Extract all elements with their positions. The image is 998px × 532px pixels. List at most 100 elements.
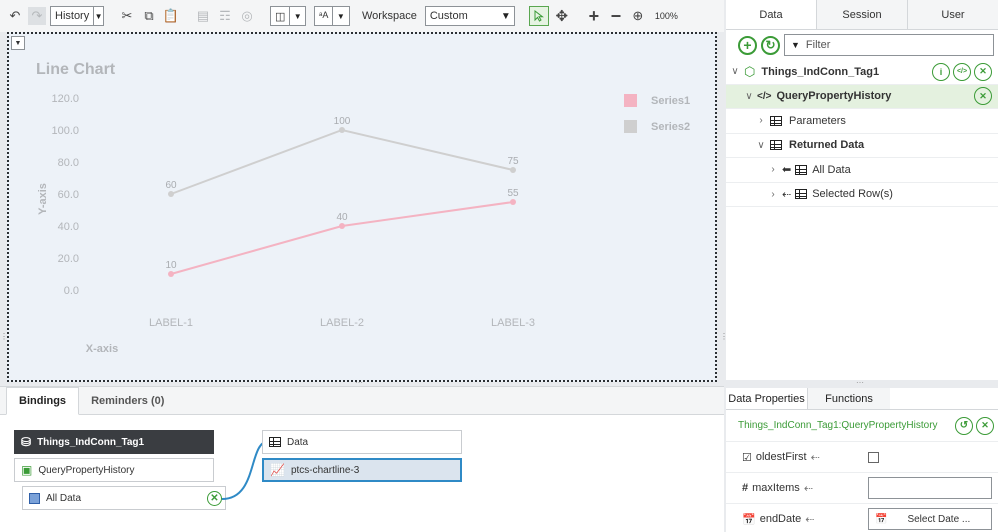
table-icon [795, 189, 808, 200]
filter-icon: ▼ [791, 40, 800, 50]
source-service-label: QueryPropertyHistory [38, 464, 135, 476]
service-code-icon: </> [757, 90, 772, 102]
tab-session[interactable]: Session [817, 0, 908, 29]
param-row-maxitems: # maxItems ⇠ [726, 473, 998, 504]
chart-widget[interactable]: ▼ Line Chart 120.0 100.0 80.0 60.0 40.0 20.0 0.… [7, 32, 717, 382]
tree-all-data[interactable]: › ⬅ All Data [726, 158, 998, 183]
tab-functions[interactable]: Functions [808, 388, 890, 409]
chevron-down-icon: ▼ [332, 7, 348, 25]
history-label: History [55, 10, 90, 22]
data-properties-panel: Data Properties Functions Things_IndConn… [726, 388, 998, 532]
distribute-icon[interactable]: ☶ [216, 7, 234, 25]
oldestfirst-checkbox[interactable] [868, 451, 879, 463]
remove-service-icon[interactable]: ✕ [974, 87, 992, 106]
data-panel-tabs: Data Session User [726, 0, 998, 30]
remove-property-icon[interactable]: ✕ [976, 416, 994, 435]
undo-icon[interactable]: ↶ [6, 7, 24, 25]
history-dropdown[interactable]: History ▼ [50, 6, 104, 26]
remove-thing-icon[interactable]: ✕ [974, 62, 992, 81]
chevron-down-icon[interactable]: ∨ [730, 66, 740, 77]
param-name: oldestFirst [755, 451, 807, 463]
design-canvas[interactable]: ⋮ ▼ Line Chart 120.0 100.0 80.0 60.0 40.0 20.0… [0, 32, 728, 387]
date-icon: 📅 [742, 513, 756, 526]
binding-source-output[interactable]: All Data ✕ [22, 486, 226, 510]
tab-data-properties[interactable]: Data Properties [726, 388, 808, 409]
maxitems-input[interactable] [868, 477, 992, 499]
snap-icon[interactable]: ◎ [238, 7, 256, 25]
chevron-right-icon[interactable]: › [756, 115, 766, 126]
x-tick-label: LABEL-1 [149, 317, 193, 329]
binding-source-service[interactable]: ▣ QueryPropertyHistory [14, 458, 214, 482]
y-tick-label: 80.0 [58, 157, 79, 169]
chevron-down-icon[interactable]: ∨ [756, 140, 766, 151]
redo-icon[interactable]: ↷ [28, 7, 46, 25]
cut-icon[interactable]: ✂ [118, 7, 136, 25]
data-point [339, 127, 345, 133]
select-pointer-icon[interactable] [528, 6, 549, 26]
table-icon [770, 140, 782, 151]
tree-parameters-label: Parameters [789, 114, 846, 127]
boolean-icon: ☑ [742, 451, 752, 464]
tree-parameters[interactable]: › Parameters [726, 109, 998, 134]
number-icon: # [742, 482, 749, 494]
copy-icon[interactable]: ⧉ [140, 7, 158, 25]
tree-service[interactable]: ∨ </> QueryPropertyHistory ✕ [726, 84, 998, 109]
target-prop-label: Data [287, 436, 309, 448]
right-panel-resize-grip[interactable]: ⋯ [856, 378, 865, 387]
paste-icon[interactable]: 📋 [162, 7, 180, 25]
refresh-icon[interactable]: ↻ [761, 35, 780, 55]
data-point [168, 271, 174, 277]
enddate-picker[interactable]: 📅 Select Date ... [868, 508, 992, 530]
info-icon[interactable]: i [932, 62, 950, 81]
binding-source-thing[interactable]: ⛁ Things_IndConn_Tag1 [14, 430, 214, 454]
code-icon[interactable]: </> [953, 62, 971, 81]
tab-user[interactable]: User [908, 0, 998, 29]
zoom-reset-icon[interactable]: ⊕ [629, 7, 647, 25]
text-dropdown[interactable]: ᵃA ▼ [314, 6, 350, 26]
x-tick-label: LABEL-3 [491, 317, 535, 329]
workspace-dropdown[interactable]: Custom ▼ [424, 6, 515, 26]
bindings-tabs: Bindings Reminders (0) [0, 387, 724, 415]
filter-input[interactable]: ▼ Filter [784, 34, 994, 56]
zoom-in-icon[interactable]: + [585, 6, 603, 26]
legend-label: Series2 [651, 121, 690, 133]
y-tick-label: 0.0 [64, 285, 79, 297]
filter-placeholder: Filter [805, 39, 831, 51]
move-icon[interactable]: ✥ [553, 7, 571, 25]
x-tick-label: LABEL-2 [320, 317, 364, 329]
data-point [168, 191, 174, 197]
arrow-left-outline-icon: ⇠ [782, 188, 792, 201]
data-panel: Data Session User + ↻ ▼ Filter ∨ ⬡ Thing… [726, 0, 998, 380]
data-point [510, 167, 516, 173]
tree-selected-rows-label: Selected Row(s) [812, 188, 893, 201]
data-property-path: Things_IndConn_Tag1:QueryPropertyHistory… [726, 410, 998, 442]
chevron-down-icon[interactable]: ∨ [744, 91, 754, 102]
tree-returned-data[interactable]: ∨ Returned Data [726, 134, 998, 158]
tree-all-data-label: All Data [812, 163, 851, 176]
bind-arrow-icon: ⇠ [805, 513, 815, 526]
tab-reminders[interactable]: Reminders (0) [79, 388, 176, 414]
line-chart-icon: 📈 [270, 463, 285, 477]
database-icon: ⛁ [21, 435, 32, 449]
tree-thing[interactable]: ∨ ⬡ Things_IndConn_Tag1 i </> ✕ [726, 60, 998, 85]
workspace-value: Custom [429, 10, 468, 22]
right-resize-handle[interactable]: ⋮ [720, 332, 728, 346]
tab-data[interactable]: Data [726, 0, 817, 29]
align-icon[interactable]: ▤ [194, 7, 212, 25]
layout-dropdown[interactable]: ◫ ▼ [270, 6, 306, 26]
tree-selected-rows[interactable]: › ⇠ Selected Row(s) [726, 183, 998, 207]
chevron-right-icon[interactable]: › [768, 164, 778, 175]
data-label: 55 [507, 188, 519, 199]
binding-target-property[interactable]: Data [262, 430, 462, 454]
data-label: 10 [165, 260, 177, 271]
binding-target-widget[interactable]: 📈 ptcs-chartline-3 [262, 458, 462, 482]
add-icon[interactable]: + [738, 35, 757, 55]
chart-title: Line Chart [36, 61, 116, 78]
left-resize-handle[interactable]: ⋮ [0, 332, 8, 346]
x-axis-label: X-axis [86, 343, 118, 355]
target-widget-label: ptcs-chartline-3 [290, 464, 360, 476]
tab-bindings[interactable]: Bindings [6, 387, 80, 415]
chevron-right-icon[interactable]: › [768, 189, 778, 200]
zoom-out-icon[interactable]: − [607, 6, 625, 26]
share-icon[interactable]: ↺ [955, 416, 973, 435]
